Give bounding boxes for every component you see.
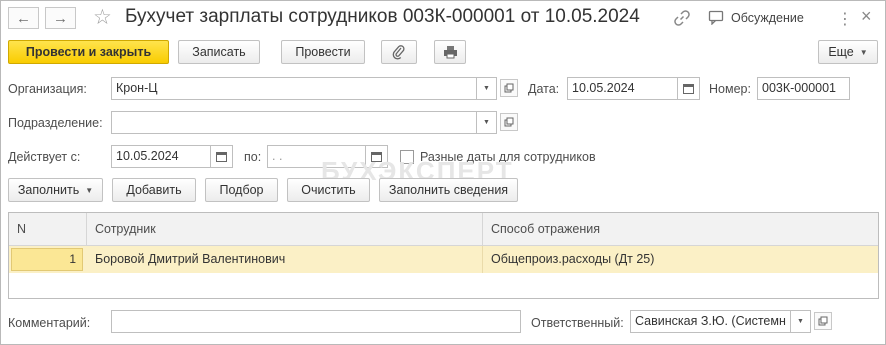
chevron-down-icon: ▼ xyxy=(859,47,868,57)
open-window-icon xyxy=(504,117,514,127)
attach-button[interactable] xyxy=(381,40,417,64)
organization-open-button[interactable] xyxy=(500,79,518,97)
employees-table[interactable]: N Сотрудник Способ отражения 1 Боровой Д… xyxy=(8,212,879,299)
clear-button[interactable]: Очистить xyxy=(287,178,370,202)
add-button[interactable]: Добавить xyxy=(112,178,196,202)
close-icon[interactable]: × xyxy=(861,6,872,27)
column-header-method[interactable]: Способ отражения xyxy=(483,213,878,246)
responsible-label: Ответственный: xyxy=(531,316,624,330)
arrow-right-icon: → xyxy=(53,9,68,27)
paperclip-icon xyxy=(392,45,405,60)
more-label: Еще xyxy=(828,45,854,59)
open-window-icon xyxy=(818,316,828,326)
post-and-close-button[interactable]: Провести и закрыть xyxy=(8,40,169,64)
open-window-icon xyxy=(504,83,514,93)
star-icon[interactable]: ☆ xyxy=(93,5,112,30)
date-calendar-button[interactable] xyxy=(678,77,700,100)
row-number-cell[interactable]: 1 xyxy=(11,248,83,271)
save-button[interactable]: Записать xyxy=(178,40,260,64)
chat-icon xyxy=(708,10,724,25)
arrow-left-icon: ← xyxy=(16,9,31,27)
organization-label: Организация: xyxy=(8,82,87,96)
chevron-down-icon: ▼ xyxy=(483,119,490,126)
post-button[interactable]: Провести xyxy=(281,40,365,64)
department-label: Подразделение: xyxy=(8,116,103,130)
comment-label: Комментарий: xyxy=(8,316,91,330)
department-dropdown[interactable]: ▼ xyxy=(477,111,497,134)
date-label: Дата: xyxy=(528,82,560,96)
more-button[interactable]: Еще ▼ xyxy=(818,40,878,64)
chevron-down-icon: ▼ xyxy=(797,318,804,325)
responsible-field[interactable]: Савинская З.Ю. (Системн xyxy=(630,310,791,333)
department-field[interactable] xyxy=(111,111,477,134)
calendar-icon xyxy=(216,152,227,162)
link-icon[interactable] xyxy=(673,9,691,30)
more-vertical-icon[interactable]: ⋮ xyxy=(837,9,853,29)
organization-field[interactable]: Крон-Ц xyxy=(111,77,477,100)
valid-from-calendar-button[interactable] xyxy=(211,145,233,168)
column-header-employee[interactable]: Сотрудник xyxy=(87,213,483,246)
organization-dropdown[interactable]: ▼ xyxy=(477,77,497,100)
method-cell[interactable]: Общепроиз.расходы (Дт 25) xyxy=(483,246,878,273)
chevron-down-icon: ▼ xyxy=(483,85,490,92)
forward-button[interactable]: → xyxy=(45,7,76,29)
print-button[interactable] xyxy=(434,40,466,64)
employee-cell[interactable]: Боровой Дмитрий Валентинович xyxy=(87,246,483,273)
select-button[interactable]: Подбор xyxy=(205,178,278,202)
comment-field[interactable] xyxy=(111,310,521,333)
responsible-dropdown[interactable]: ▼ xyxy=(791,310,811,333)
valid-from-label: Действует с: xyxy=(8,150,81,164)
fill-label: Заполнить xyxy=(17,183,80,197)
page-title: Бухучет зарплаты сотрудников 003К-000001… xyxy=(125,6,640,27)
calendar-icon xyxy=(683,84,694,94)
chevron-down-icon: ▼ xyxy=(85,185,94,195)
fill-info-button[interactable]: Заполнить сведения xyxy=(379,178,518,202)
number-field[interactable]: 003К-000001 xyxy=(757,77,850,100)
number-label: Номер: xyxy=(709,82,751,96)
printer-icon xyxy=(443,46,457,59)
valid-to-label: по: xyxy=(244,150,262,164)
discussion-label: Обсуждение xyxy=(731,10,804,25)
fill-button[interactable]: Заполнить ▼ xyxy=(8,178,103,202)
department-open-button[interactable] xyxy=(500,113,518,131)
responsible-open-button[interactable] xyxy=(814,312,832,330)
column-header-n[interactable]: N xyxy=(9,213,87,246)
document-window: ← → ☆ Бухучет зарплаты сотрудников 003К-… xyxy=(0,0,886,345)
valid-from-field[interactable]: 10.05.2024 xyxy=(111,145,211,168)
discussion-button[interactable]: Обсуждение xyxy=(708,10,804,25)
date-field[interactable]: 10.05.2024 xyxy=(567,77,678,100)
back-button[interactable]: ← xyxy=(8,7,39,29)
table-row[interactable]: 1 Боровой Дмитрий Валентинович Общепроиз… xyxy=(9,246,878,273)
